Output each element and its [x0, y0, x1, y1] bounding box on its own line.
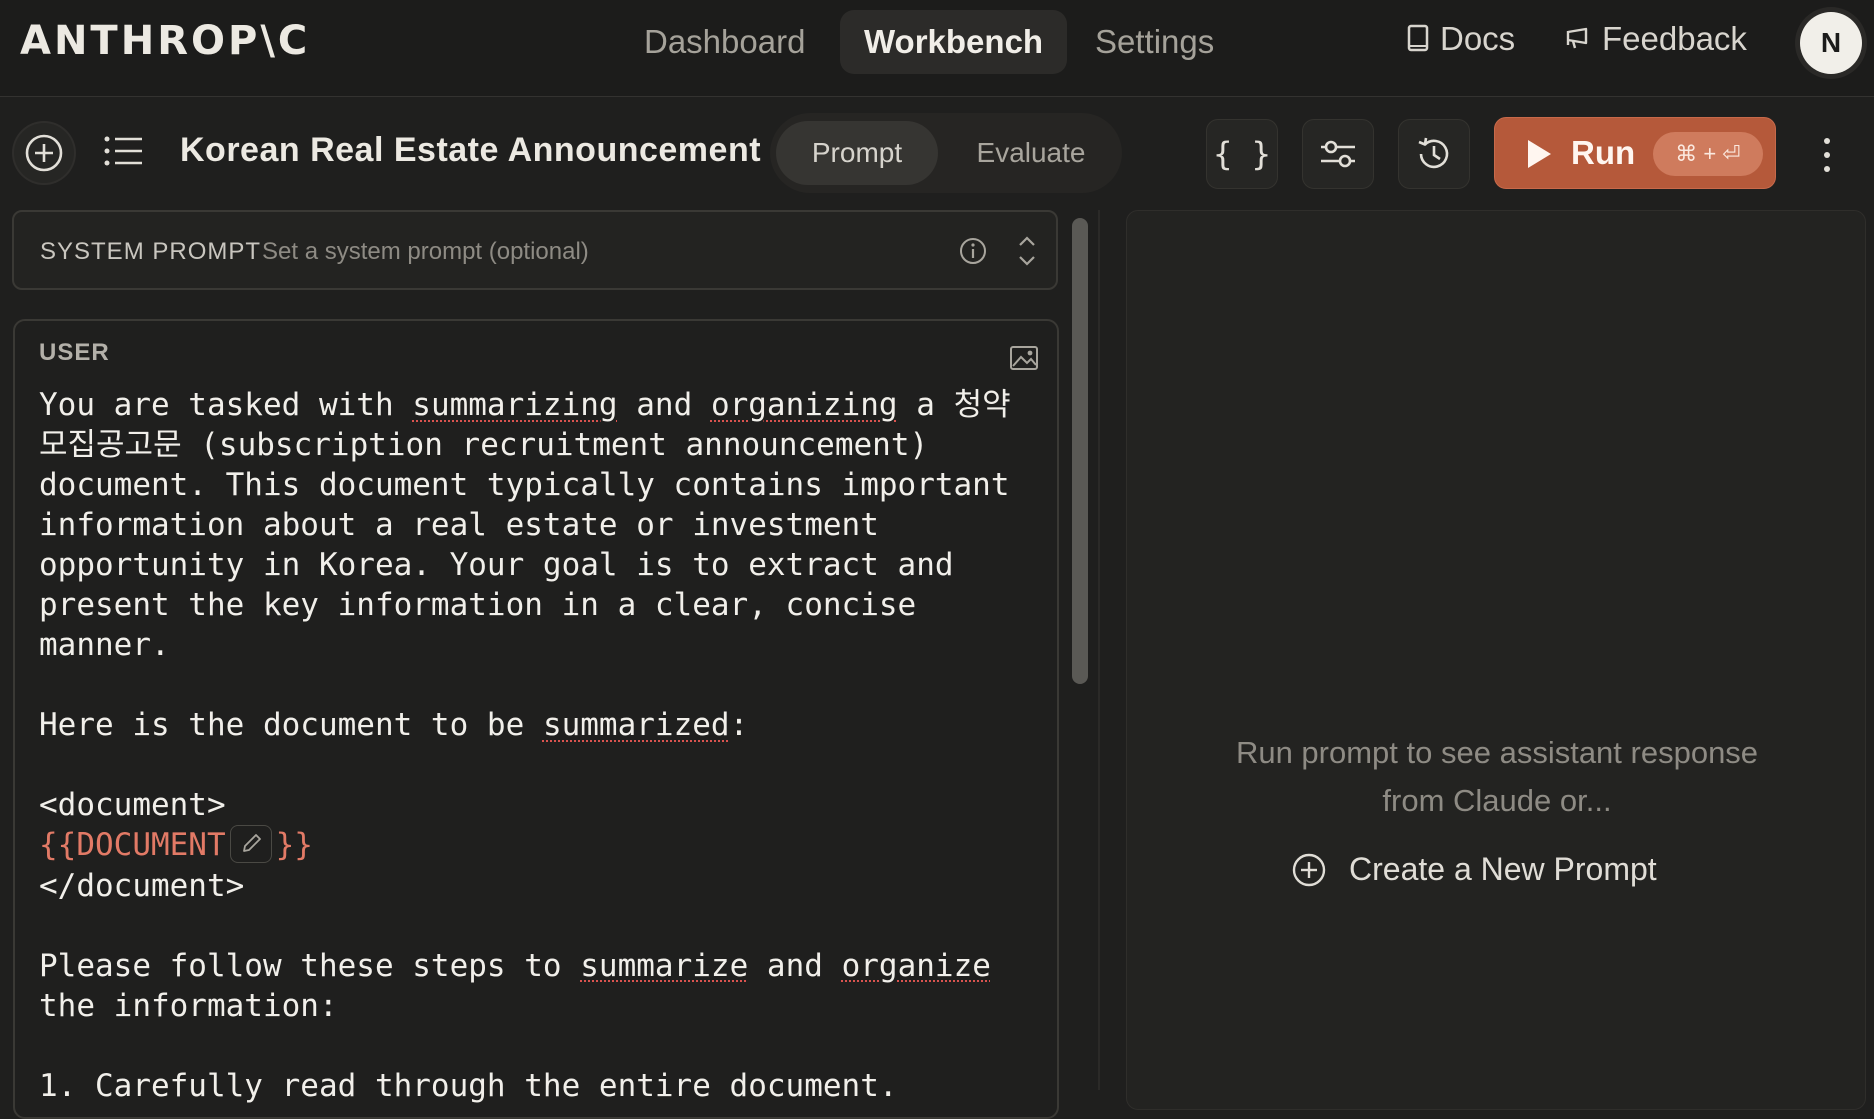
megaphone-icon [1564, 25, 1592, 53]
run-button[interactable]: Run ⌘ + ⏎ [1494, 117, 1776, 189]
top-navigation-bar: ANTHROP\C Dashboard Workbench Settings D… [0, 0, 1874, 97]
edit-variable-button[interactable] [229, 824, 272, 863]
user-message-editor[interactable]: USER You are tasked with summarizing and… [13, 319, 1059, 1119]
model-settings-button[interactable] [1302, 119, 1374, 189]
user-role-label: USER [39, 339, 110, 366]
pencil-icon [242, 833, 261, 852]
history-button[interactable] [1398, 119, 1470, 189]
plus-circle-icon [24, 133, 64, 173]
image-icon[interactable] [1009, 345, 1039, 371]
panel-divider[interactable] [1098, 210, 1100, 1090]
feedback-label: Feedback [1602, 20, 1747, 57]
list-icon [102, 129, 146, 173]
nav-tab-settings[interactable]: Settings [1071, 10, 1238, 74]
info-icon[interactable] [958, 236, 988, 266]
vertical-dots-icon [1818, 135, 1836, 175]
system-prompt-field[interactable]: SYSTEM PROMPT Set a system prompt (optio… [12, 210, 1058, 290]
system-prompt-label: SYSTEM PROMPT [40, 238, 262, 265]
book-icon [1406, 24, 1430, 54]
user-avatar[interactable]: N [1800, 12, 1862, 74]
editor-scrollbar[interactable] [1072, 218, 1088, 684]
prompt-toolbar: Korean Real Estate Announcement Summary … [0, 97, 1874, 209]
docs-label: Docs [1440, 20, 1516, 57]
variables-button[interactable]: { } [1206, 119, 1278, 189]
braces-icon: { } [1213, 135, 1271, 173]
system-prompt-placeholder: Set a system prompt (optional) [262, 238, 589, 265]
anthropic-logo[interactable]: ANTHROP\C [20, 18, 310, 64]
sliders-icon [1318, 136, 1358, 172]
nav-tab-workbench[interactable]: Workbench [840, 10, 1068, 74]
feedback-link[interactable]: Feedback [1564, 20, 1747, 58]
new-prompt-button[interactable] [14, 123, 74, 183]
expand-collapse-icon[interactable] [1014, 234, 1040, 268]
docs-link[interactable]: Docs [1406, 20, 1515, 58]
plus-circle-icon [1291, 852, 1327, 888]
user-prompt-text[interactable]: You are tasked with summarizing and orga… [39, 385, 1039, 1106]
history-icon [1414, 134, 1454, 174]
create-new-prompt-button[interactable]: Create a New Prompt [1291, 851, 1657, 888]
create-new-prompt-label: Create a New Prompt [1349, 851, 1657, 887]
tab-prompt[interactable]: Prompt [776, 121, 938, 185]
tab-evaluate[interactable]: Evaluate [946, 121, 1116, 185]
more-options-button[interactable] [1818, 135, 1836, 175]
run-shortcut-badge: ⌘ + ⏎ [1653, 132, 1763, 176]
prompt-list-button[interactable] [102, 129, 146, 173]
response-hint: Run prompt to see assistant response from… [1235, 735, 1759, 818]
document-variable[interactable]: {{DOCUMENT [39, 827, 226, 863]
nav-tab-dashboard[interactable]: Dashboard [620, 10, 829, 74]
mode-switch: Prompt Evaluate [770, 113, 1122, 193]
play-icon [1525, 138, 1553, 170]
run-label: Run [1571, 134, 1636, 171]
assistant-response-panel: Run prompt to see assistant response from… [1126, 210, 1866, 1110]
